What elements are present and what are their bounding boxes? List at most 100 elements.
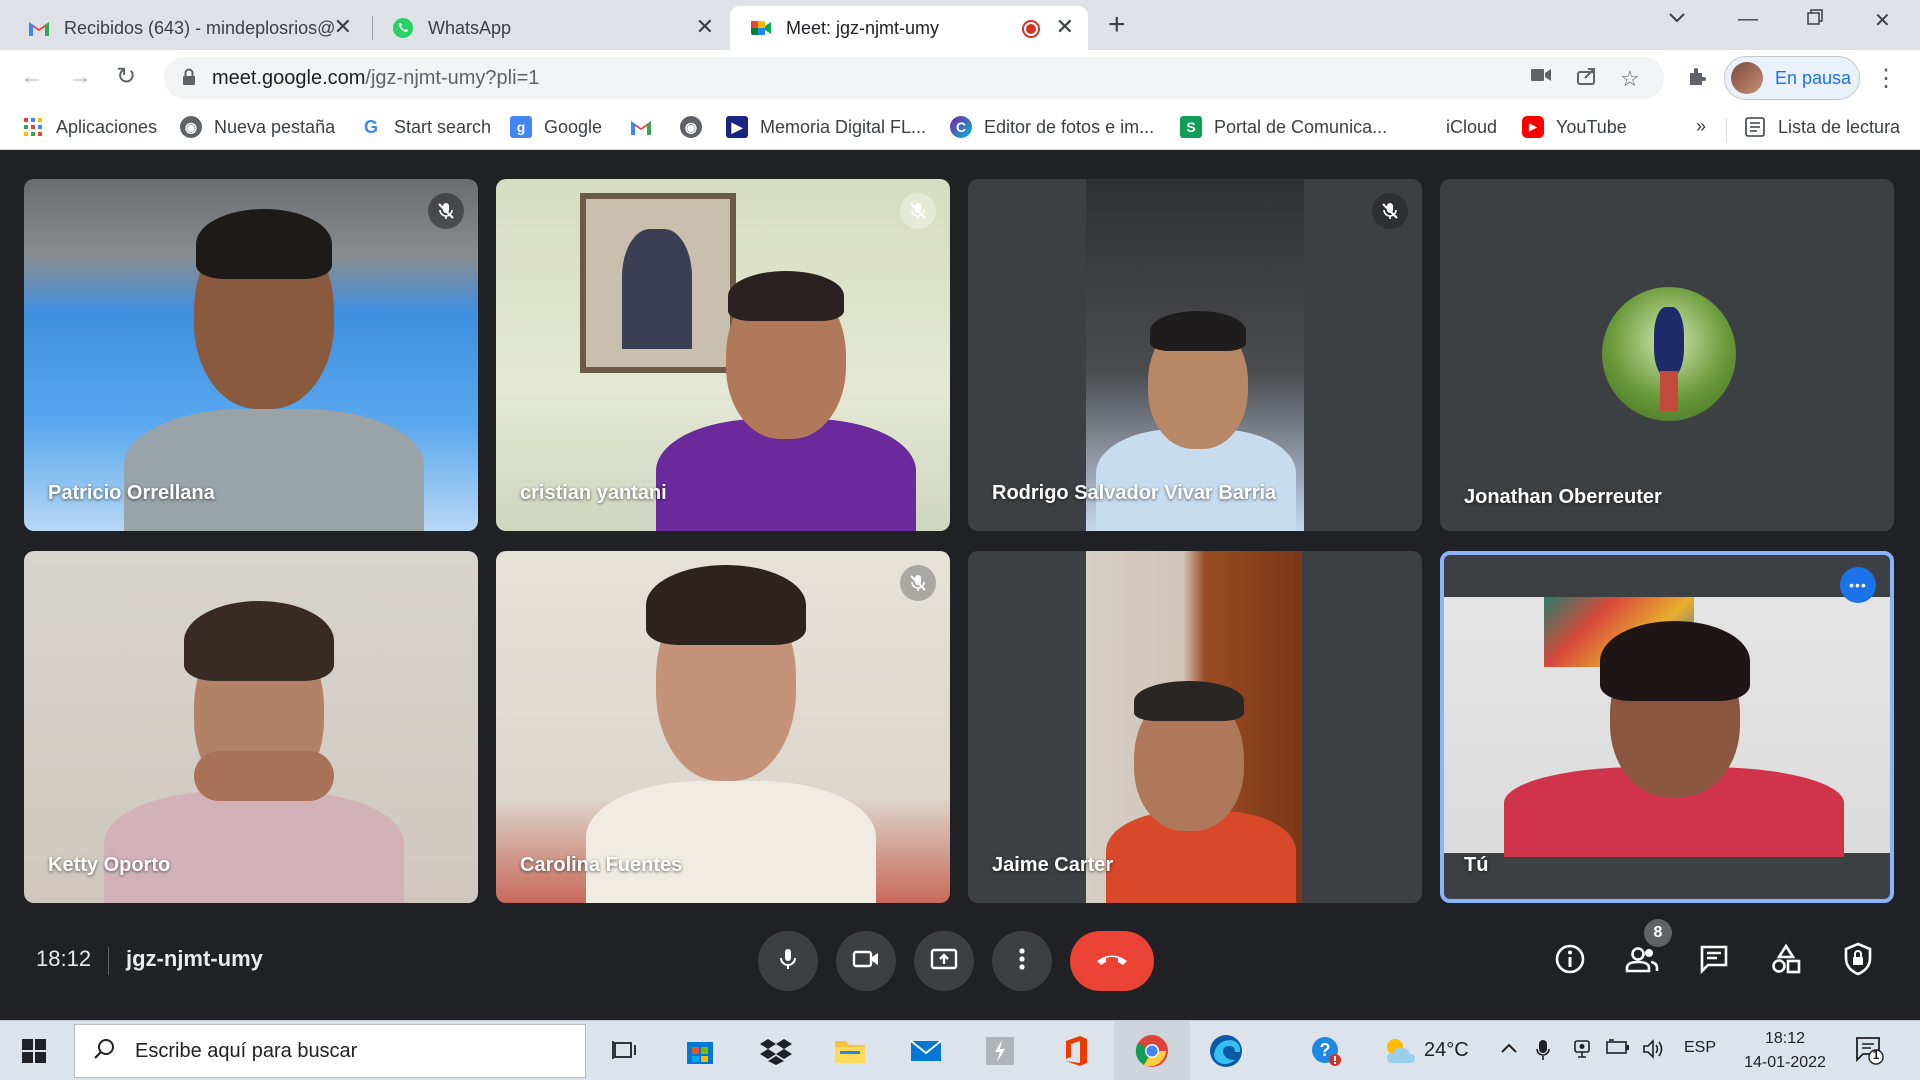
extensions-puzzle-icon[interactable] (1686, 66, 1708, 94)
participant-video (646, 565, 806, 645)
portal-icon: S (1180, 116, 1202, 138)
shield-lock-icon (1843, 942, 1873, 981)
bookmark-portal[interactable]: S Portal de Comunica... (1180, 116, 1387, 138)
present-screen-button[interactable] (914, 931, 974, 991)
self-view-tile[interactable]: ••• Tú (1440, 551, 1894, 903)
info-icon (1554, 943, 1586, 980)
more-options-button[interactable]: ••• (1840, 567, 1876, 603)
lock-icon[interactable] (182, 68, 196, 86)
share-icon[interactable] (1576, 66, 1598, 92)
participants-button[interactable] (1622, 941, 1662, 981)
profile-button[interactable]: En pausa (1724, 56, 1860, 100)
task-view-icon[interactable] (604, 1031, 644, 1071)
reading-list-icon (1744, 116, 1766, 138)
participant-tile[interactable]: Ketty Oporto (24, 551, 478, 903)
tab-whatsapp-close-icon[interactable]: ✕ (696, 16, 714, 38)
app-icon[interactable] (980, 1031, 1020, 1071)
tab-search-chevron-icon[interactable] (1668, 8, 1686, 32)
participant-tile[interactable]: Rodrigo Salvador Vivar Barria (968, 179, 1422, 531)
microphone-in-use-icon[interactable] (1536, 1039, 1550, 1066)
tab-gmail-close-icon[interactable]: ✕ (334, 16, 352, 38)
meet-call-area: Patricio Orrellana cristian yantani Rodr… (0, 151, 1920, 1020)
close-window-button[interactable]: ✕ (1874, 8, 1891, 33)
camera-icon (852, 948, 880, 975)
taskbar-search-box[interactable]: Escribe aquí para buscar (74, 1024, 586, 1078)
participant-video (196, 209, 332, 279)
battery-icon[interactable] (1606, 1039, 1630, 1060)
camera-button[interactable] (836, 931, 896, 991)
bookmark-globe[interactable]: ◉ (680, 116, 714, 138)
participant-tile[interactable]: Jaime Carter (968, 551, 1422, 903)
participant-video (124, 409, 424, 531)
bookmark-star-icon[interactable]: ☆ (1620, 66, 1640, 92)
meeting-details-button[interactable] (1550, 941, 1590, 981)
windows-start-icon[interactable] (22, 1039, 46, 1063)
bookmark-gmail[interactable] (630, 116, 664, 138)
activities-button[interactable] (1766, 941, 1806, 981)
system-clock[interactable]: 18:12 14-01-2022 (1740, 1027, 1830, 1075)
leave-call-button[interactable] (1070, 931, 1154, 991)
participant-tile[interactable]: Carolina Fuentes (496, 551, 950, 903)
microsoft-store-icon[interactable] (680, 1031, 720, 1071)
bookmark-google[interactable]: g Google (510, 116, 602, 138)
host-controls-button[interactable] (1838, 941, 1878, 981)
participant-tile[interactable]: Jonathan Oberreuter (1440, 179, 1894, 531)
bookmark-label: Memoria Digital FL... (760, 116, 927, 137)
participant-name: cristian yantani (520, 482, 667, 504)
participant-name: Patricio Orrellana (48, 482, 215, 504)
back-button[interactable]: ← (20, 64, 44, 90)
browser-tab-strip: Recibidos (643) - mindeplosrios@ ✕ Whats… (0, 0, 1920, 50)
tab-meet[interactable]: Meet: jgz-njmt-umy ✕ (730, 6, 1088, 50)
tab-meet-close-icon[interactable]: ✕ (1056, 16, 1074, 38)
address-bar[interactable]: meet.google.com/jgz-njmt-umy?pli=1 ☆ (164, 57, 1664, 99)
bookmark-apps[interactable]: Aplicaciones (22, 116, 157, 138)
bookmark-label: Editor de fotos e im... (984, 116, 1155, 137)
avatar (1731, 62, 1763, 94)
browser-menu-icon[interactable]: ⋮ (1874, 64, 1898, 93)
bookmark-label: Aplicaciones (56, 116, 158, 137)
tab-gmail[interactable]: Recibidos (643) - mindeplosrios@ ✕ (8, 6, 366, 50)
reading-list-button[interactable]: Lista de lectura (1744, 116, 1900, 138)
browser-toolbar: ← → ↻ meet.google.com/jgz-njmt-umy?pli=1… (0, 50, 1920, 106)
new-tab-button[interactable]: + (1108, 10, 1126, 40)
show-hidden-icons-chevron-icon[interactable] (1500, 1039, 1518, 1060)
bookmark-memoria-digital[interactable]: ▶ Memoria Digital FL... (726, 116, 926, 138)
apple-icon (1412, 116, 1434, 138)
office-icon[interactable] (1056, 1031, 1096, 1071)
chat-icon (1699, 944, 1729, 979)
minimize-button[interactable]: — (1738, 8, 1758, 31)
bookmark-start-search[interactable]: G Start search (360, 116, 491, 138)
participant-tile[interactable]: cristian yantani (496, 179, 950, 531)
camera-in-use-tray-icon[interactable] (1572, 1039, 1592, 1064)
participant-tile[interactable]: Patricio Orrellana (24, 179, 478, 531)
forward-button[interactable]: → (68, 64, 92, 90)
more-bookmarks-button[interactable]: » (1696, 116, 1706, 137)
chat-button[interactable] (1694, 941, 1734, 981)
people-icon (1625, 945, 1659, 978)
microphone-button[interactable] (758, 931, 818, 991)
edge-icon[interactable] (1206, 1031, 1246, 1071)
bookmark-icloud[interactable]: iCloud (1412, 116, 1497, 138)
more-options-icon: ••• (1849, 577, 1867, 593)
volume-icon[interactable] (1642, 1039, 1666, 1064)
dropbox-icon[interactable] (756, 1031, 796, 1071)
chrome-icon[interactable] (1132, 1031, 1172, 1071)
bookmark-new-tab[interactable]: ◉ Nueva pestaña (180, 116, 335, 138)
restore-button[interactable] (1806, 8, 1824, 32)
bookmark-photo-editor[interactable]: C Editor de fotos e im... (950, 116, 1154, 138)
reload-button[interactable]: ↻ (116, 64, 136, 90)
input-language[interactable]: ESP (1684, 1039, 1716, 1057)
file-explorer-icon[interactable] (830, 1031, 870, 1071)
help-icon[interactable]: ? (1306, 1031, 1346, 1071)
weather-icon[interactable] (1380, 1031, 1420, 1071)
notification-center-icon[interactable]: 1 (1854, 1035, 1884, 1065)
bookmark-label: Portal de Comunica... (1214, 116, 1388, 137)
more-options-button[interactable] (992, 931, 1052, 991)
tab-whatsapp[interactable]: WhatsApp ✕ (372, 6, 728, 50)
weather-temperature[interactable]: 24°C (1424, 1039, 1469, 1062)
url-text[interactable]: meet.google.com/jgz-njmt-umy?pli=1 (212, 67, 539, 90)
mail-icon[interactable] (906, 1031, 946, 1071)
camera-in-use-icon[interactable] (1530, 66, 1552, 89)
participant-video (1086, 179, 1304, 531)
bookmark-youtube[interactable]: ▶ YouTube (1522, 116, 1627, 138)
